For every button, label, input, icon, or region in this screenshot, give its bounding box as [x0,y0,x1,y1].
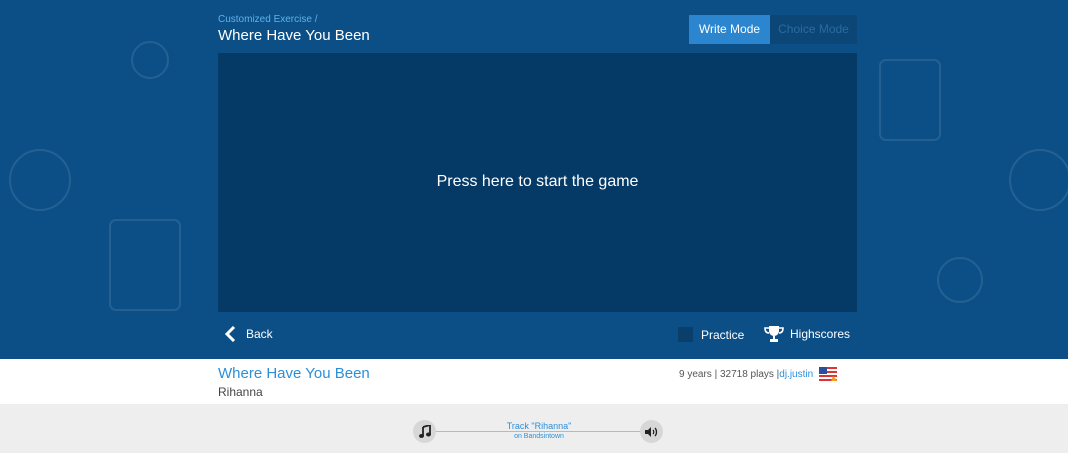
practice-toggle[interactable]: Practice [678,327,744,342]
hero-section: Customized Exercise / Where Have You Bee… [0,0,1068,359]
song-stats: 9 years | 32718 plays | [679,368,780,380]
music-button[interactable] [413,420,436,443]
game-bottom-bar: Back Practice Highscores [218,322,857,350]
artist-name: Rihanna [218,385,263,399]
track-source: on Bandsintown [514,433,564,440]
player-bar: Track "Rihanna" on Bandsintown [0,404,1068,453]
breadcrumb[interactable]: Customized Exercise / [218,14,317,25]
song-title-link[interactable]: Where Have You Been [218,365,370,382]
back-button[interactable]: Back [224,326,273,342]
mode-tabs: Write Mode Choice Mode [689,15,857,44]
user-link[interactable]: dj.justin [779,369,813,380]
start-game-text[interactable]: Press here to start the game [218,173,857,191]
practice-checkbox[interactable] [678,327,693,342]
volume-icon [645,426,658,437]
bandsintown-track-link[interactable]: Track "Rihanna" on Bandsintown [500,421,578,440]
music-note-icon [418,425,431,438]
track-label: Track "Rihanna" [506,421,572,431]
us-flag-icon [819,367,838,381]
song-meta: 9 years | 32718 plays | dj.justin [679,367,838,381]
practice-label: Practice [701,327,745,342]
back-label: Back [246,327,273,341]
write-mode-tab[interactable]: Write Mode [689,15,770,44]
trophy-icon [764,326,784,342]
game-start-area[interactable]: Press here to start the game [218,53,857,312]
choice-mode-tab[interactable]: Choice Mode [770,15,857,44]
volume-button[interactable] [640,420,663,443]
page-title: Where Have You Been [218,27,370,44]
chevron-left-icon [224,326,236,342]
highscores-label: Highscores [790,327,851,341]
highscores-button[interactable]: Highscores [764,325,850,343]
